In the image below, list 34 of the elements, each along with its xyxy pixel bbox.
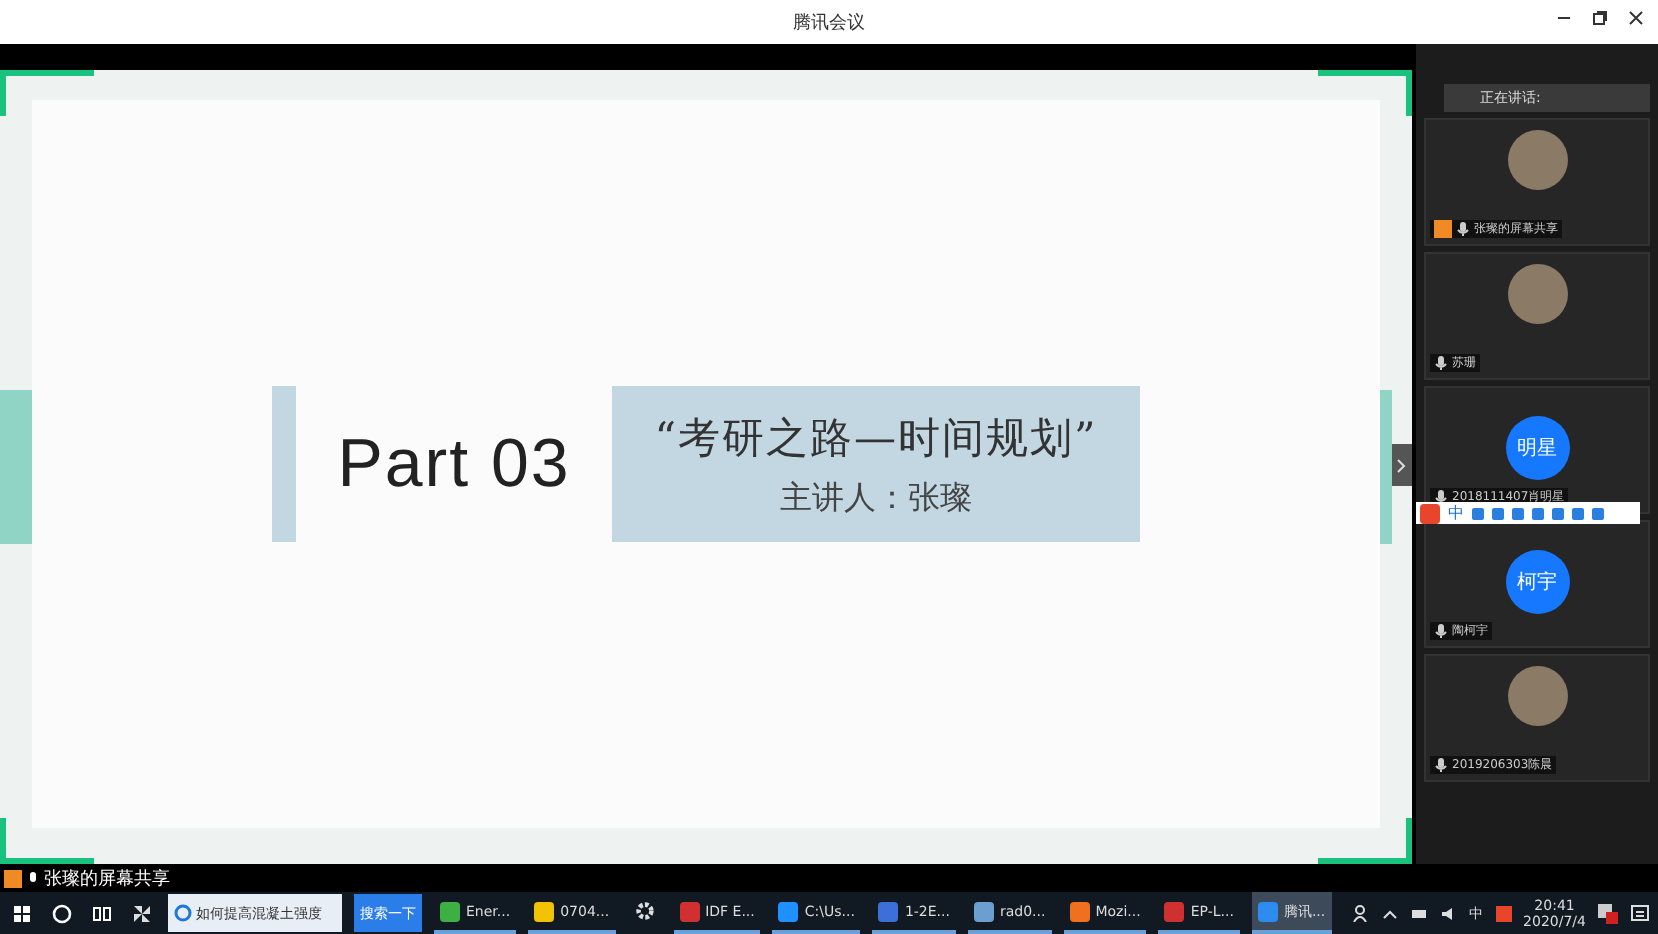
close-icon[interactable] [1626, 8, 1646, 28]
right-handle[interactable] [1380, 390, 1392, 544]
speaker-icon[interactable] [1439, 905, 1458, 921]
expand-button[interactable] [1392, 444, 1412, 486]
mic-icon [1434, 490, 1448, 504]
chevron-right-icon [1396, 457, 1408, 473]
slide-heading: Part 03 [335, 425, 573, 503]
avatar-photo-placeholder [1507, 264, 1567, 324]
search-icon[interactable] [48, 899, 76, 927]
mic-icon [1434, 356, 1448, 370]
battery-icon[interactable] [1409, 905, 1428, 921]
gear-icon [633, 900, 656, 922]
slide-title: “考研之路—时间规划” [654, 411, 1098, 465]
mic-icon [1456, 222, 1470, 236]
ime-logo-icon [1420, 503, 1440, 523]
avatar-photo-placeholder [1507, 666, 1567, 726]
person-icon[interactable] [1351, 904, 1370, 922]
share-status: 张璨的屏幕共享 [44, 867, 170, 891]
slide-subtitle: 主讲人：张璨 [780, 477, 972, 519]
ime-tray-icon[interactable] [1495, 905, 1512, 921]
restore-icon[interactable] [1590, 8, 1610, 28]
mic-icon [1434, 624, 1448, 638]
left-handle[interactable] [0, 390, 32, 544]
person-icon [4, 869, 22, 887]
avatar-initials: 明星 [1505, 416, 1569, 480]
mic-icon [1434, 758, 1448, 772]
ime-toolbar[interactable]: 中 [1416, 502, 1640, 524]
browser-e-icon [174, 904, 192, 922]
notification-icon[interactable] [1630, 903, 1650, 923]
chevron-up-icon[interactable] [1381, 905, 1398, 921]
avatar-initials: 柯宇 [1505, 550, 1569, 614]
window-title: 腾讯会议 [793, 11, 865, 35]
avatar-photo-placeholder [1507, 130, 1567, 190]
app-tray-icon[interactable] [1598, 903, 1618, 923]
